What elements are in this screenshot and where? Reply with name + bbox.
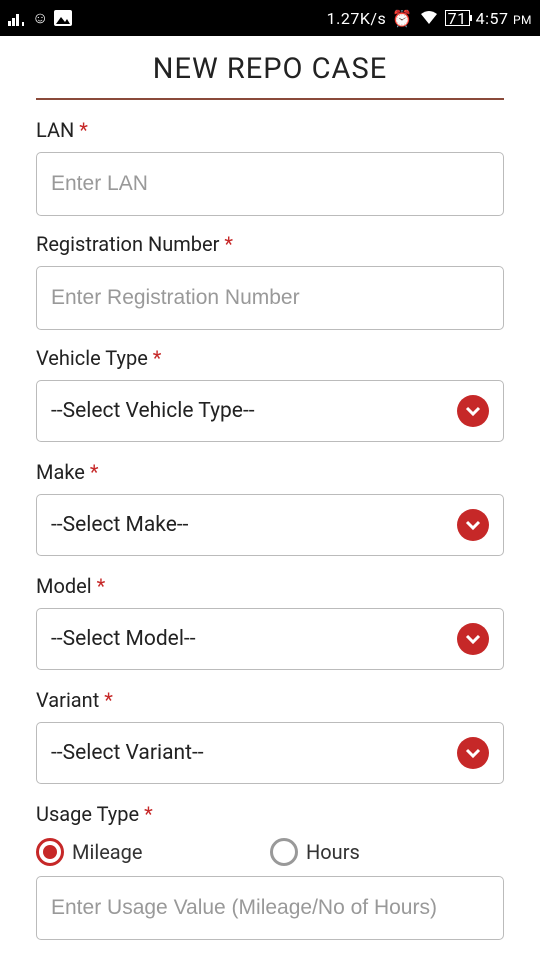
radio-unchecked-icon xyxy=(270,838,298,866)
hours-label: Hours xyxy=(306,840,360,864)
wifi-icon xyxy=(419,10,439,26)
make-label: Make * xyxy=(36,460,504,484)
make-value: --Select Make-- xyxy=(51,513,188,537)
data-rate: 1.27K/s xyxy=(327,9,387,28)
usage-value-input[interactable] xyxy=(36,876,504,940)
usage-type-radio-group: Mileage Hours xyxy=(36,836,504,866)
lan-input[interactable] xyxy=(36,152,504,216)
mileage-label: Mileage xyxy=(72,840,143,864)
form-container: NEW REPO CASE LAN * Registration Number … xyxy=(0,36,540,956)
chevron-down-icon xyxy=(457,509,489,541)
model-label: Model * xyxy=(36,574,504,598)
battery-indicator: 71 xyxy=(445,10,470,26)
model-value: --Select Model-- xyxy=(51,627,196,651)
radio-checked-icon xyxy=(36,838,64,866)
clock-time: 4:57 PM xyxy=(476,9,532,28)
status-bar: ☺ 1.27K/s ⏰ 71 4:57 PM xyxy=(0,0,540,36)
usage-type-hours-option[interactable]: Hours xyxy=(270,838,504,866)
status-left: ☺ xyxy=(8,8,72,28)
status-right: 1.27K/s ⏰ 71 4:57 PM xyxy=(327,9,532,28)
usage-type-mileage-option[interactable]: Mileage xyxy=(36,838,270,866)
chevron-down-icon xyxy=(457,395,489,427)
model-select[interactable]: --Select Model-- xyxy=(36,608,504,670)
signal-icon xyxy=(8,10,26,26)
image-icon xyxy=(54,10,72,26)
vehicle-type-select[interactable]: --Select Vehicle Type-- xyxy=(36,380,504,442)
vehicle-type-label: Vehicle Type * xyxy=(36,346,504,370)
make-select[interactable]: --Select Make-- xyxy=(36,494,504,556)
title-divider xyxy=(36,98,504,100)
vehicle-type-value: --Select Vehicle Type-- xyxy=(51,399,255,423)
reg-number-input[interactable] xyxy=(36,266,504,330)
variant-label: Variant * xyxy=(36,688,504,712)
page-title: NEW REPO CASE xyxy=(36,52,504,98)
variant-value: --Select Variant-- xyxy=(51,741,204,765)
variant-select[interactable]: --Select Variant-- xyxy=(36,722,504,784)
chevron-down-icon xyxy=(457,623,489,655)
alarm-icon: ⏰ xyxy=(392,9,412,28)
lan-label: LAN * xyxy=(36,118,504,142)
reg-number-label: Registration Number * xyxy=(36,232,504,256)
chevron-down-icon xyxy=(457,737,489,769)
compass-icon: ☺ xyxy=(32,8,48,28)
usage-type-label: Usage Type * xyxy=(36,802,504,826)
